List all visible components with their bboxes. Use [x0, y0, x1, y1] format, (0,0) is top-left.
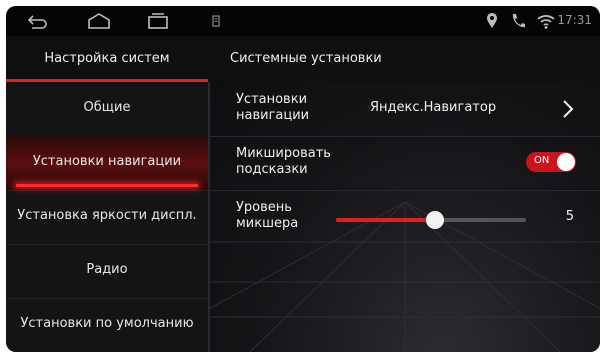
sidebar-item-label: Радио [86, 262, 128, 277]
screen: 17:31 Настройка систем Системные установ… [6, 6, 600, 352]
back-icon[interactable] [26, 12, 48, 30]
sidebar-item-defaults[interactable]: Установки по умолчанию [6, 298, 208, 352]
header: Настройка систем Системные установки [6, 36, 600, 82]
tab-system-settings-label: Настройка систем [44, 51, 170, 66]
sidebar-item-label: Установка яркости диспл. [17, 208, 197, 223]
phone-icon [512, 14, 525, 28]
sidebar-item-general[interactable]: Общие [6, 82, 208, 137]
sidebar-item-radio[interactable]: Радио [6, 244, 208, 299]
toggle-knob [557, 153, 575, 171]
sidebar: Общие Установки навигации Установка ярко… [6, 82, 208, 352]
toggle-state-text: ON [534, 155, 550, 166]
sidebar-item-label: Общие [83, 100, 131, 115]
home-icon[interactable] [86, 12, 112, 30]
mix-hints-toggle[interactable]: ON [526, 152, 576, 172]
sidebar-item-label: Установки по умолчанию [20, 316, 194, 331]
slider-handle[interactable] [425, 211, 444, 229]
status-bar: 17:31 [6, 6, 600, 36]
wifi-icon [537, 15, 555, 29]
settings-panel: Установки навигации Яндекс.Навигатор Мик… [210, 82, 600, 352]
storage-icon [212, 15, 220, 27]
recents-icon[interactable] [146, 12, 170, 30]
mixer-level-value: 5 [565, 209, 574, 224]
mix-hints-label: Микшировать подсказки [236, 146, 331, 177]
navigation-app-row[interactable]: Установки навигации Яндекс.Навигатор [210, 82, 600, 137]
page-title: Системные установки [230, 51, 382, 66]
sidebar-item-navigation[interactable]: Установки навигации [6, 136, 208, 191]
navigation-app-label: Установки навигации [236, 92, 310, 123]
sidebar-item-brightness[interactable]: Установка яркости диспл. [6, 190, 208, 245]
location-icon [487, 13, 497, 28]
mixer-level-slider[interactable] [336, 211, 526, 229]
mix-hints-row: Микшировать подсказки ON [210, 136, 600, 191]
tab-system-settings[interactable]: Настройка систем [6, 36, 208, 82]
mixer-level-label: Уровень микшера [236, 200, 299, 231]
clock: 17:31 [557, 13, 592, 27]
chevron-right-icon[interactable] [562, 99, 574, 119]
slider-fill [336, 218, 435, 222]
navigation-app-value: Яндекс.Навигатор [370, 100, 497, 115]
sidebar-item-label: Установки навигации [32, 154, 182, 169]
mixer-level-row: Уровень микшера 5 [210, 190, 600, 244]
active-item-indicator [16, 184, 198, 187]
